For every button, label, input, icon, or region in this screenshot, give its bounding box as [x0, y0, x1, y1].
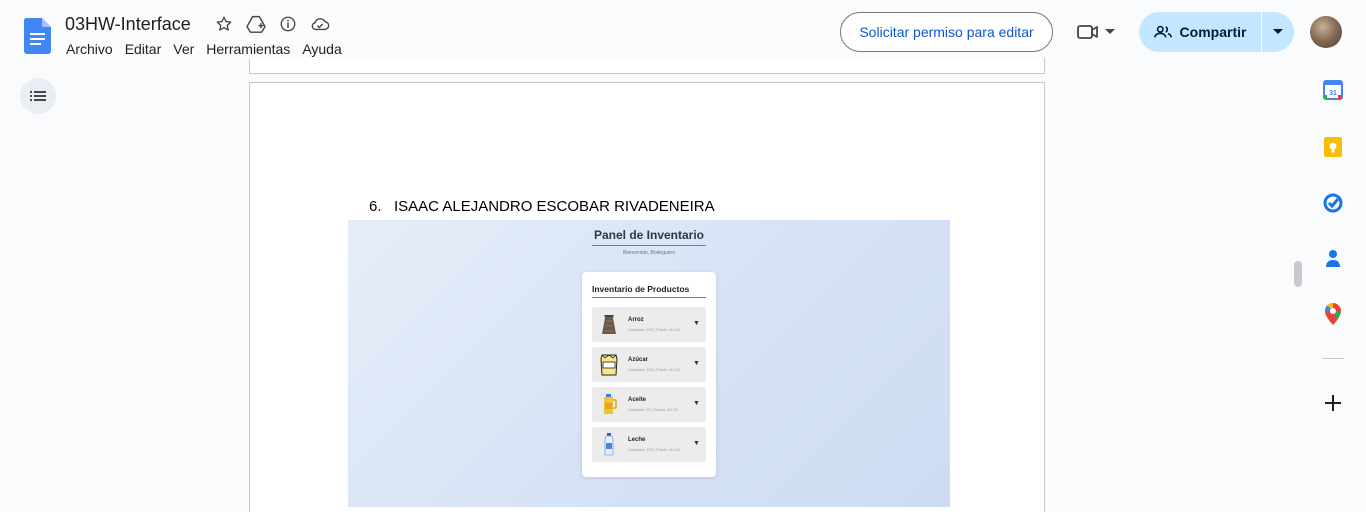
- previous-page-bottom: [249, 58, 1045, 74]
- share-button[interactable]: Compartir: [1139, 12, 1261, 52]
- milk-bottle-icon: [604, 433, 614, 456]
- people-icon: [1153, 25, 1172, 38]
- product-item-azucar: Azúcar Cantidad: 150 | Precio: $1.20 ▼: [592, 347, 706, 382]
- product-details: Cantidad: 150 | Precio: $1.20: [628, 367, 680, 372]
- product-name: Leche: [628, 437, 646, 443]
- menu-ver[interactable]: Ver: [167, 40, 200, 58]
- expand-caret-icon: ▼: [693, 360, 700, 367]
- product-name: Arroz: [628, 317, 644, 323]
- docs-logo-icon[interactable]: [24, 18, 51, 54]
- expand-caret-icon: ▼: [693, 440, 700, 447]
- title-icons: [214, 14, 330, 34]
- cloud-saved-icon[interactable]: [310, 14, 330, 34]
- menu-bar: Archivo Editar Ver Herramientas Ayuda: [60, 40, 348, 58]
- inventory-card: Inventario de Productos Arroz Cantidad: …: [582, 272, 716, 477]
- move-to-drive-icon[interactable]: [246, 14, 266, 34]
- product-item-leche: Leche Cantidad: 100 | Precio: $1.00 ▼: [592, 427, 706, 462]
- product-details: Cantidad: 200 | Precio: $1.50: [628, 327, 680, 332]
- document-outline-button[interactable]: [20, 78, 56, 114]
- star-icon[interactable]: [214, 14, 234, 34]
- info-icon[interactable]: [278, 14, 298, 34]
- outline-list-icon: [30, 91, 46, 101]
- add-icon[interactable]: [1322, 392, 1344, 414]
- numbered-list-item[interactable]: 6. ISAAC ALEJANDRO ESCOBAR RIVADENEIRA: [369, 198, 715, 215]
- request-edit-button[interactable]: Solicitar permiso para editar: [840, 12, 1053, 52]
- share-dropdown-button[interactable]: [1262, 12, 1294, 52]
- document-title[interactable]: 03HW-Interface: [65, 14, 191, 35]
- account-avatar[interactable]: [1310, 16, 1342, 48]
- product-details: Cantidad: 50 | Precio: $3.00: [628, 407, 678, 412]
- card-title: Inventario de Productos: [592, 284, 690, 294]
- card-title-underline: [592, 297, 706, 298]
- panel-title-underline: [592, 245, 706, 246]
- contacts-icon[interactable]: [1322, 247, 1344, 269]
- oil-bottle-icon: [604, 394, 617, 414]
- chevron-down-icon: [1105, 29, 1115, 34]
- maps-icon[interactable]: [1322, 303, 1344, 325]
- menu-ayuda[interactable]: Ayuda: [296, 40, 347, 58]
- side-panel-divider: [1322, 358, 1344, 359]
- expand-caret-icon: ▼: [693, 400, 700, 407]
- sugar-bag-icon: [600, 354, 618, 376]
- product-item-aceite: Aceite Cantidad: 50 | Precio: $3.00 ▼: [592, 387, 706, 422]
- calendar-icon[interactable]: 31: [1322, 79, 1344, 101]
- product-item-arroz: Arroz Cantidad: 200 | Precio: $1.50 ▼: [592, 307, 706, 342]
- menu-editar[interactable]: Editar: [119, 40, 168, 58]
- calendar-day: 31: [1329, 90, 1337, 97]
- list-text: ISAAC ALEJANDRO ESCOBAR RIVADENEIRA: [394, 198, 715, 215]
- keep-icon[interactable]: [1322, 136, 1344, 158]
- product-name: Aceite: [628, 397, 647, 403]
- panel-subtitle: Bienvenido, Bodeguero: [623, 250, 675, 256]
- list-number: 6.: [369, 198, 382, 215]
- product-name: Azúcar: [628, 357, 649, 363]
- menu-herramientas[interactable]: Herramientas: [200, 40, 296, 58]
- panel-title: Panel de Inventario: [593, 228, 705, 242]
- menu-archivo[interactable]: Archivo: [60, 40, 119, 58]
- embedded-screenshot[interactable]: Panel de Inventario Bienvenido, Bodeguer…: [348, 220, 950, 507]
- rice-sack-icon: [602, 315, 616, 334]
- chevron-down-icon: [1273, 29, 1283, 34]
- share-label: Compartir: [1179, 24, 1247, 40]
- video-camera-icon: [1077, 25, 1098, 39]
- scrollbar-thumb[interactable]: [1294, 261, 1302, 287]
- top-bar: 03HW-Interface Archivo Editar Ver Herram…: [0, 0, 1366, 62]
- expand-caret-icon: ▼: [693, 320, 700, 327]
- meet-button[interactable]: [1070, 16, 1122, 48]
- product-details: Cantidad: 100 | Precio: $1.00: [628, 447, 680, 452]
- tasks-icon[interactable]: [1322, 192, 1344, 214]
